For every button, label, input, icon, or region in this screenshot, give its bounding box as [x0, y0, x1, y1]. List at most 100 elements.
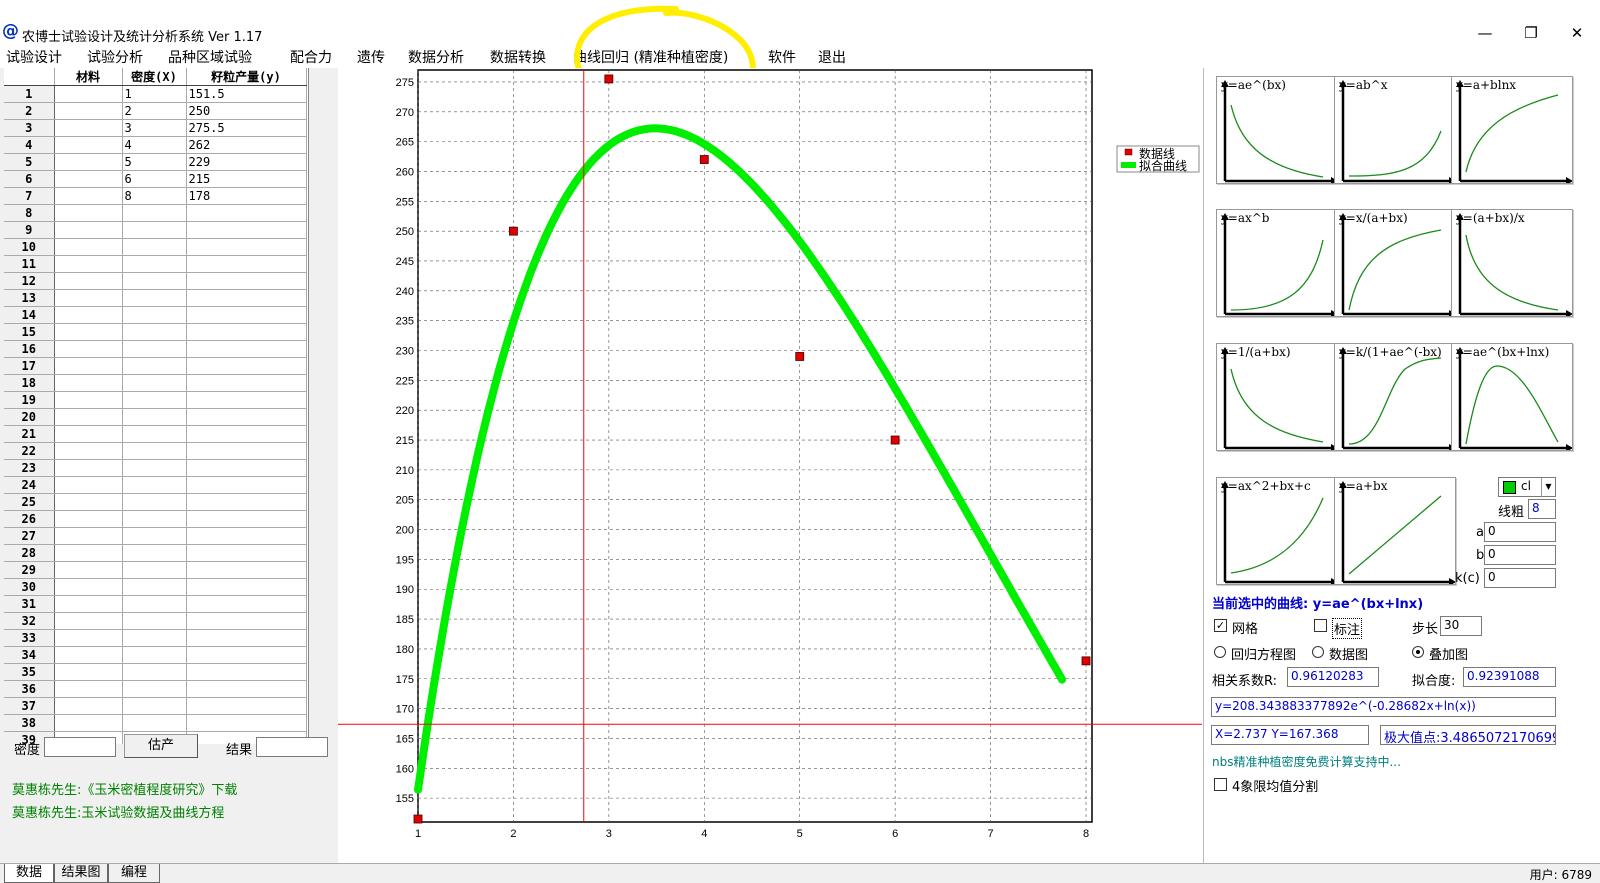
grid-cell[interactable] [122, 272, 187, 290]
grid-cell[interactable] [122, 561, 187, 579]
grid-cell[interactable] [54, 357, 123, 375]
grid-cell[interactable] [54, 493, 123, 511]
grid-cell[interactable] [54, 544, 123, 562]
grid-cell[interactable] [186, 425, 307, 443]
menu-combining-ability[interactable]: 配合力 [290, 47, 332, 67]
grid-cell[interactable]: 229 [186, 153, 307, 171]
table-row[interactable]: 19 [4, 391, 307, 409]
menu-variety-regional-trial[interactable]: 品种区域试验 [168, 47, 252, 67]
grid-cell[interactable] [54, 238, 123, 256]
grid-cell[interactable] [122, 646, 187, 664]
menu-data-analysis[interactable]: 数据分析 [408, 47, 464, 67]
grid-cell[interactable]: 262 [186, 136, 307, 154]
grid-cell[interactable] [186, 374, 307, 392]
grid-cell[interactable] [54, 476, 123, 494]
grid-cell[interactable] [186, 646, 307, 664]
table-row[interactable]: 27 [4, 527, 307, 545]
line-width-input[interactable]: 8 [1528, 499, 1556, 519]
table-row[interactable]: 38 [4, 714, 307, 732]
grid-cell[interactable] [186, 544, 307, 562]
grid-cell[interactable] [186, 612, 307, 630]
grid-cell[interactable]: 151.5 [186, 85, 307, 103]
row-header[interactable]: 5 [4, 153, 55, 171]
grid-cell[interactable] [54, 391, 123, 409]
row-header[interactable]: 12 [4, 272, 55, 290]
grid-cell[interactable] [54, 612, 123, 630]
grid-cell[interactable] [186, 595, 307, 613]
grid-cell[interactable] [122, 680, 187, 698]
grid-cell[interactable] [54, 170, 123, 188]
table-row[interactable]: 23 [4, 459, 307, 477]
restore-button[interactable]: ❐ [1516, 22, 1546, 44]
row-header[interactable]: 13 [4, 289, 55, 307]
table-row[interactable]: 31 [4, 595, 307, 613]
table-row[interactable]: 4 4 262 [4, 136, 307, 154]
grid-cell[interactable] [186, 306, 307, 324]
color-select[interactable]: cl ▼ [1498, 477, 1556, 497]
table-row[interactable]: 21 [4, 425, 307, 443]
table-row[interactable]: 8 [4, 204, 307, 222]
table-row[interactable]: 14 [4, 306, 307, 324]
grid-cell[interactable] [122, 238, 187, 256]
grid-cell[interactable] [122, 510, 187, 528]
grid-cell[interactable] [186, 408, 307, 426]
table-row[interactable]: 29 [4, 561, 307, 579]
grid-cell[interactable] [122, 255, 187, 273]
grid-cell[interactable] [186, 442, 307, 460]
row-header[interactable]: 6 [4, 170, 55, 188]
grid-cell[interactable] [122, 442, 187, 460]
grid-cell[interactable] [186, 510, 307, 528]
grid-cell[interactable] [54, 374, 123, 392]
menu-experiment-design[interactable]: 试验设计 [6, 47, 62, 67]
row-header[interactable]: 26 [4, 510, 55, 528]
grid-cell[interactable]: 6 [122, 170, 187, 188]
grid-cell[interactable] [122, 289, 187, 307]
grid-cell[interactable]: 8 [122, 187, 187, 205]
grid-cell[interactable] [54, 340, 123, 358]
grid-cell[interactable] [54, 442, 123, 460]
curve-thumbnail[interactable]: y=k/(1+ae^(-bx) [1334, 343, 1456, 451]
grid-cell[interactable] [54, 221, 123, 239]
curve-thumbnail[interactable]: y=1/(a+bx) [1216, 343, 1338, 451]
grid-cell[interactable] [122, 221, 187, 239]
regression-chart[interactable]: 1551601651701751801851901952002052102152… [338, 68, 1202, 863]
grid-cell[interactable] [54, 289, 123, 307]
table-row[interactable]: 18 [4, 374, 307, 392]
row-header[interactable]: 14 [4, 306, 55, 324]
data-plot-radio[interactable] [1312, 646, 1324, 658]
grid-cell[interactable] [186, 391, 307, 409]
grid-cell[interactable] [54, 119, 123, 137]
grid-cell[interactable] [186, 714, 307, 732]
mark-checkbox[interactable] [1314, 619, 1327, 632]
menu-experiment-analysis[interactable]: 试验分析 [87, 47, 143, 67]
curve-thumbnail[interactable]: y=ab^x [1334, 76, 1456, 184]
tab-data[interactable]: 数据 [4, 864, 54, 883]
grid-cell[interactable] [122, 323, 187, 341]
row-header[interactable]: 29 [4, 561, 55, 579]
table-row[interactable]: 11 [4, 255, 307, 273]
grid-cell[interactable]: 2 [122, 102, 187, 120]
row-header[interactable]: 22 [4, 442, 55, 460]
grid-cell[interactable]: 250 [186, 102, 307, 120]
table-row[interactable]: 10 [4, 238, 307, 256]
correlation-value[interactable]: 0.96120283 [1287, 667, 1379, 687]
row-header[interactable]: 31 [4, 595, 55, 613]
table-row[interactable]: 6 6 215 [4, 170, 307, 188]
curve-thumbnail[interactable]: y=ax^b [1216, 209, 1338, 317]
grid-cell[interactable] [54, 629, 123, 647]
grid-cell[interactable] [122, 544, 187, 562]
grid-cell[interactable] [54, 578, 123, 596]
row-header[interactable]: 1 [4, 85, 55, 103]
grid-cell[interactable] [122, 408, 187, 426]
grid-cell[interactable] [122, 578, 187, 596]
table-row[interactable]: 9 [4, 221, 307, 239]
grid-cell[interactable] [54, 459, 123, 477]
grid-cell[interactable] [54, 425, 123, 443]
grid-cell[interactable] [186, 527, 307, 545]
grid-cell[interactable]: 4 [122, 136, 187, 154]
grid-cell[interactable] [122, 493, 187, 511]
curve-thumbnail[interactable]: y=x/(a+bx) [1334, 209, 1456, 317]
grid-cell[interactable] [54, 153, 123, 171]
row-header[interactable]: 15 [4, 323, 55, 341]
table-row[interactable]: 25 [4, 493, 307, 511]
